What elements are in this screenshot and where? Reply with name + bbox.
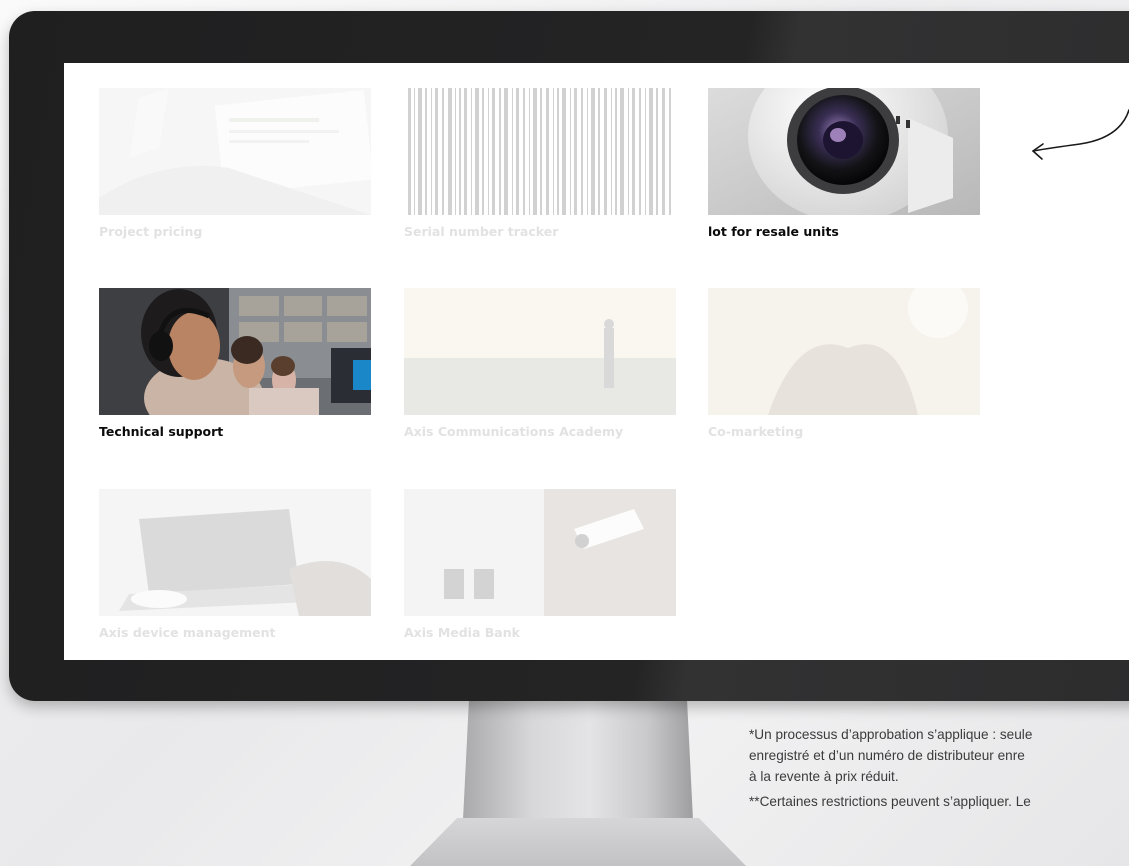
tile-caption: Technical support bbox=[99, 424, 224, 439]
media-bank-image bbox=[404, 489, 676, 616]
footnote-line: à la revente à prix réduit. bbox=[749, 769, 899, 784]
footnote-restrictions: **Certaines restrictions peuvent s’appli… bbox=[749, 791, 1129, 812]
footnote-approval: *Un processus d’approbation s’applique :… bbox=[749, 724, 1129, 787]
monitor-screen: Project pricing Serial number tracker lo… bbox=[64, 63, 1129, 660]
footnote-line: **Certaines restrictions peuvent s’appli… bbox=[749, 794, 1031, 809]
tile-co-marketing[interactable]: Co-marketing bbox=[708, 288, 980, 439]
dome-camera-image bbox=[708, 88, 980, 215]
tile-not-for-resale-units[interactable]: lot for resale units bbox=[708, 88, 980, 239]
curved-arrow-icon bbox=[1032, 109, 1129, 160]
tile-axis-media-bank[interactable]: Axis Media Bank bbox=[404, 489, 676, 640]
tile-technical-support[interactable]: Technical support bbox=[99, 288, 371, 439]
tile-caption: Axis Communications Academy bbox=[404, 424, 624, 439]
tile-caption: Axis device management bbox=[99, 625, 276, 640]
tile-serial-number-tracker[interactable]: Serial number tracker bbox=[404, 88, 676, 239]
co-marketing-image bbox=[708, 288, 980, 415]
footnote-line: enregistré et d’un numéro de distributeu… bbox=[749, 748, 1025, 763]
footnote-block: *Un processus d’approbation s’applique :… bbox=[749, 724, 1129, 812]
footnote-line: *Un processus d’approbation s’applique :… bbox=[749, 727, 1033, 742]
project-pricing-image bbox=[99, 88, 371, 215]
support-agents-image bbox=[99, 288, 371, 415]
tile-caption: lot for resale units bbox=[708, 224, 839, 239]
academy-image bbox=[404, 288, 676, 415]
tile-project-pricing[interactable]: Project pricing bbox=[99, 88, 371, 239]
tile-caption: Project pricing bbox=[99, 224, 203, 239]
monitor-bezel: Project pricing Serial number tracker lo… bbox=[9, 11, 1129, 701]
tile-caption: Serial number tracker bbox=[404, 224, 559, 239]
tile-caption: Axis Media Bank bbox=[404, 625, 520, 640]
tile-axis-communications-academy[interactable]: Axis Communications Academy bbox=[404, 288, 676, 439]
tile-axis-device-management[interactable]: Axis device management bbox=[99, 489, 371, 640]
barcode-image bbox=[404, 88, 676, 215]
device-management-image bbox=[99, 489, 371, 616]
monitor-base bbox=[410, 818, 746, 866]
tile-caption: Co-marketing bbox=[708, 424, 804, 439]
